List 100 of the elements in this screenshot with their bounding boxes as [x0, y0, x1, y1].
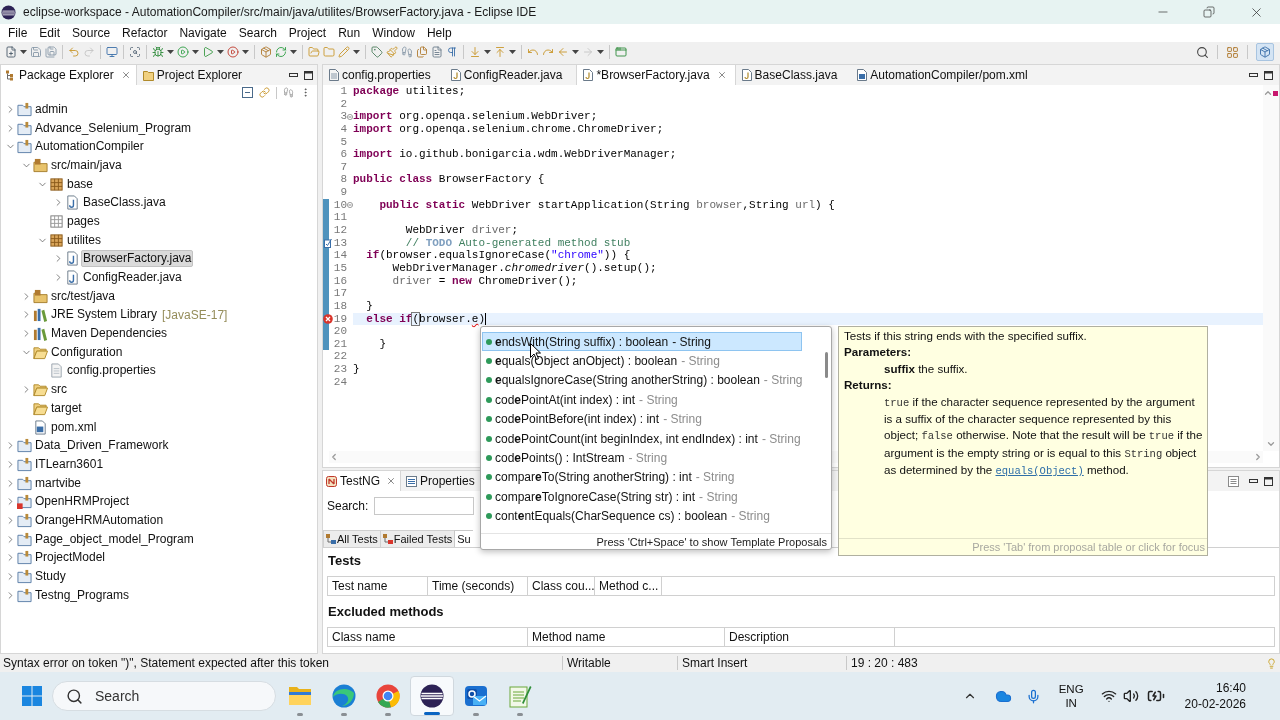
dropdown-caret-icon[interactable] [20, 50, 27, 54]
tree-item[interactable]: config.properties [65, 362, 158, 380]
tree-item[interactable]: utilites [65, 231, 103, 249]
taskbar-app[interactable] [410, 676, 454, 716]
tree-item[interactable]: ConfigReader.java [81, 269, 184, 287]
proposal-item[interactable]: codePoints() : IntStream - String [482, 448, 802, 468]
menu-item[interactable]: Navigate [179, 25, 227, 41]
vertical-scrollbar[interactable] [1263, 85, 1279, 451]
start-logo-icon[interactable] [22, 686, 42, 706]
tree-item[interactable]: martvibe [33, 474, 83, 492]
editor-tab[interactable]: config.properties [323, 65, 445, 85]
clock-time[interactable]: 16:40 [1215, 680, 1246, 696]
menu-item[interactable]: Source [72, 25, 111, 41]
tree-item[interactable]: Data_Driven_Framework [33, 437, 171, 455]
forward-icon[interactable] [542, 46, 554, 58]
undo-icon[interactable] [68, 46, 80, 58]
perspective-toggle[interactable] [1256, 43, 1274, 61]
tree-item[interactable]: target [49, 399, 84, 417]
dropdown-caret-icon[interactable] [217, 50, 224, 54]
column-header[interactable]: Test name [328, 577, 428, 595]
column-header[interactable]: Method c... [595, 577, 662, 595]
redo-icon[interactable] [83, 46, 95, 58]
result-tab[interactable]: Failed Tests [379, 530, 455, 547]
menu-item[interactable]: Run [338, 25, 361, 41]
tree-item[interactable]: Study [33, 568, 68, 586]
proposal-item[interactable]: codePointCount(int beginIndex, int endIndex) : int - String [482, 428, 802, 449]
editor-tab[interactable]: ConfigReader.java [444, 65, 577, 85]
column-header[interactable]: Class cou... [528, 577, 595, 595]
clock-date[interactable]: 20-02-2026 [1184, 696, 1246, 712]
scroll-down-icon[interactable] [1266, 439, 1276, 449]
view-menu-icon[interactable] [1228, 475, 1239, 487]
folder-icon[interactable] [323, 46, 335, 58]
menu-item[interactable]: Window [372, 25, 415, 41]
tree-item[interactable]: base [65, 175, 96, 193]
scroll-right-icon[interactable] [1253, 452, 1263, 462]
menu-item[interactable]: Help [426, 25, 452, 41]
window-icon[interactable] [615, 46, 627, 58]
dropdown-caret-icon[interactable] [484, 50, 491, 54]
speaker-icon[interactable] [1122, 688, 1139, 704]
tree-item[interactable]: src [49, 381, 69, 399]
dropdown-caret-icon[interactable] [353, 50, 360, 54]
close-icon[interactable] [120, 70, 131, 80]
monitor-icon[interactable] [106, 46, 118, 58]
tree-item[interactable]: JRE System Library [49, 306, 160, 324]
minimize-view-icon[interactable] [289, 73, 298, 77]
tree-item[interactable]: ProjectModel [33, 549, 108, 567]
package-icon[interactable] [260, 46, 272, 58]
tree-item[interactable]: Testng_Programs [33, 586, 132, 604]
back-icon[interactable] [527, 46, 539, 58]
maximize-view-icon[interactable] [1264, 70, 1273, 80]
minimize-view-icon[interactable] [1249, 479, 1258, 483]
column-header[interactable]: Class name [328, 628, 528, 646]
scroll-thumb[interactable] [824, 352, 828, 378]
menu-item[interactable]: File [8, 25, 28, 41]
fold-collapse-icon[interactable] [347, 202, 353, 209]
paintbrush-icon[interactable] [386, 46, 398, 58]
open-folder-icon[interactable] [308, 46, 320, 58]
editor-tab[interactable]: *BrowserFactory.java [576, 65, 736, 85]
result-tab[interactable]: All Tests [323, 530, 380, 547]
menu-item[interactable]: Edit [39, 25, 61, 41]
tree-item[interactable]: OpenHRMProject [33, 493, 132, 511]
language-indicator[interactable]: ENG [1058, 682, 1084, 696]
tree-item[interactable]: Page_object_model_Program [33, 530, 196, 548]
grid-icon[interactable] [1226, 45, 1239, 59]
view-tab[interactable]: Package Explorer [1, 65, 137, 85]
footprints-icon[interactable] [283, 87, 294, 98]
close-icon[interactable] [716, 70, 727, 80]
proposal-item[interactable]: codePointAt(int index) : int - String [482, 390, 802, 410]
dropdown-caret-icon[interactable] [192, 50, 199, 54]
dropdown-caret-icon[interactable] [167, 50, 174, 54]
link-icon[interactable] [259, 87, 270, 98]
search-field[interactable] [374, 497, 475, 515]
tree-item[interactable]: src/test/java [49, 287, 118, 305]
menu-item[interactable]: Project [288, 25, 327, 41]
fold-collapse-icon[interactable] [347, 113, 353, 120]
tree-item[interactable]: Maven Dependencies [49, 325, 170, 343]
editor-tab[interactable]: BaseClass.java [735, 65, 852, 85]
scan-icon[interactable] [129, 46, 141, 58]
region-indicator[interactable]: IN [1065, 696, 1077, 710]
tree-item[interactable]: pom.xml [49, 418, 99, 436]
wifi-icon[interactable] [1100, 688, 1117, 704]
dropdown-caret-icon[interactable] [572, 50, 579, 54]
minimize-view-icon[interactable] [1249, 73, 1258, 77]
dropdown-caret-icon[interactable] [242, 50, 249, 54]
proposal-item[interactable]: endsWith(String suffix) : boolean - String [482, 332, 802, 352]
files-icon[interactable] [416, 46, 428, 58]
maximize-view-icon[interactable] [304, 70, 313, 80]
column-header[interactable]: Description [725, 628, 895, 646]
taskbar-search[interactable]: Search [52, 681, 276, 711]
proposal-item[interactable]: equals(Object anObject) : boolean - String [482, 351, 802, 371]
view-tab[interactable]: TestNG [323, 471, 401, 491]
menu-item[interactable]: Refactor [122, 25, 168, 41]
tree-item[interactable]: pages [65, 212, 102, 230]
tree-item[interactable]: BrowserFactory.java [81, 250, 194, 268]
tree-item[interactable]: src/main/java [49, 156, 124, 174]
tree-item[interactable]: ITLearn3601 [33, 455, 106, 473]
doc-link[interactable]: equals(Object) [995, 465, 1084, 478]
new-file-icon[interactable] [5, 46, 17, 58]
tag-icon[interactable] [371, 46, 383, 58]
tree-item[interactable]: BaseClass.java [81, 194, 168, 212]
